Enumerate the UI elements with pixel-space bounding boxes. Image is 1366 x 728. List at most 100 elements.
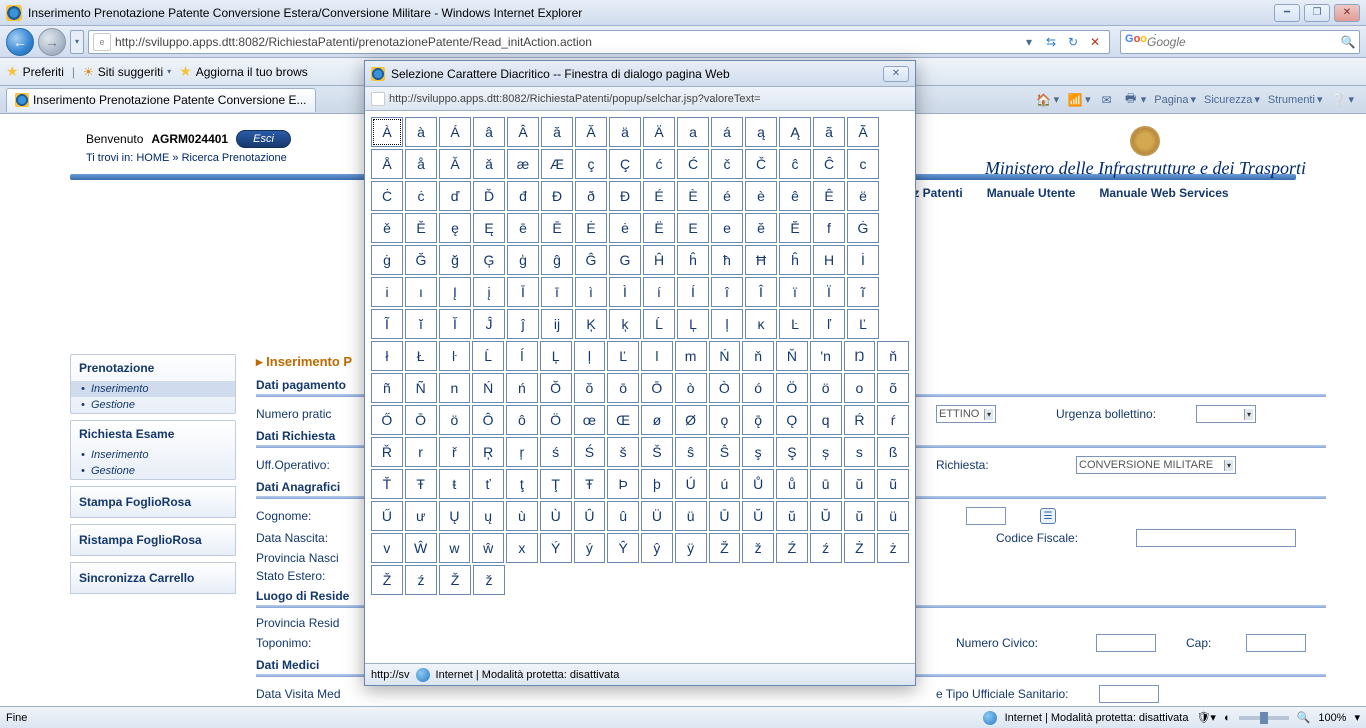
char-button[interactable]: î [711,277,743,307]
char-button[interactable]: Û [574,501,606,531]
char-button[interactable]: Ñ [405,373,437,403]
char-button[interactable]: Đ [541,181,573,211]
char-button[interactable]: É [643,181,675,211]
char-button[interactable]: ż [877,533,909,563]
input-tipo-ufficiale[interactable] [1099,685,1159,703]
char-button[interactable]: Á [439,117,471,147]
char-button[interactable]: Ŋ [844,341,876,371]
char-button[interactable]: ž [473,565,505,595]
char-button[interactable]: Ğ [405,245,437,275]
protected-mode-icon[interactable]: 🛡▾ [1196,711,1216,724]
char-button[interactable]: Ĵ [473,309,505,339]
char-button[interactable]: ä [609,117,641,147]
char-button[interactable]: ŗ [506,437,538,467]
char-button[interactable]: Ź [776,533,808,563]
char-button[interactable]: ž [742,533,774,563]
sidebar-item-gestione2[interactable]: Gestione [71,463,235,479]
char-button[interactable]: x [506,533,538,563]
char-button[interactable]: ǎ [473,149,505,179]
char-button[interactable]: œ [574,405,606,435]
char-button[interactable]: Ł [405,341,437,371]
select-richiesta[interactable]: CONVERSIONE MILITARE▾ [1076,456,1236,474]
char-button[interactable]: ł [371,341,403,371]
logout-button[interactable]: Esci [236,130,291,148]
char-button[interactable]: ô [506,405,538,435]
char-button[interactable]: â [473,117,505,147]
char-button[interactable]: ư [405,501,437,531]
char-button[interactable]: Ő [371,405,403,435]
char-button[interactable]: ó [742,373,774,403]
char-button[interactable]: Ǎ [439,149,471,179]
char-button[interactable]: Ê [813,181,845,211]
char-button[interactable]: Ś [574,437,606,467]
char-button[interactable]: ŭ [844,469,876,499]
char-button[interactable]: Ç [609,149,641,179]
char-button[interactable]: ď [439,181,471,211]
char-button[interactable]: ĺ [506,341,538,371]
char-button[interactable]: ħ [711,245,743,275]
char-button[interactable]: ň [742,341,774,371]
char-button[interactable]: ċ [405,181,437,211]
char-button[interactable]: ç [575,149,607,179]
security-menu[interactable]: Sicurezza ▾ [1204,93,1260,106]
char-button[interactable]: Ŵ [405,533,437,563]
char-button[interactable]: ö [810,373,842,403]
char-button[interactable]: l [641,341,673,371]
char-button[interactable]: ă [541,117,573,147]
char-button[interactable]: æ [507,149,539,179]
char-button[interactable]: ť [472,469,504,499]
char-button[interactable]: Į [439,277,471,307]
char-button[interactable]: Ù [540,501,572,531]
char-button[interactable]: Š [641,437,673,467]
mail-button[interactable]: ✉ [1099,92,1115,108]
char-button[interactable]: ß [877,437,909,467]
input-numero-civico[interactable] [1096,634,1156,652]
char-button[interactable]: Ť [371,469,403,499]
address-dropdown-icon[interactable]: ▾ [1021,34,1037,50]
char-button[interactable]: Ŷ [607,533,639,563]
select-ettino[interactable]: ETTINO▾ [936,405,996,423]
char-button[interactable]: ō [607,373,639,403]
char-button[interactable]: ò [675,373,707,403]
char-button[interactable]: ë [847,181,879,211]
char-button[interactable]: Í [677,277,709,307]
char-button[interactable]: Ò [709,373,741,403]
toplink-webservices[interactable]: Manuale Web Services [1099,186,1228,200]
char-button[interactable]: Þ [607,469,639,499]
sidebar-stampa[interactable]: Stampa FoglioRosa [70,486,236,518]
select-urgenza[interactable]: ▾ [1196,405,1256,423]
char-button[interactable]: ĭ [405,309,437,339]
char-button[interactable]: ĵ [507,309,539,339]
char-button[interactable]: ġ [371,245,403,275]
page-menu[interactable]: Pagina ▾ [1154,93,1196,106]
char-button[interactable]: ź [405,565,437,595]
char-button[interactable]: þ [641,469,673,499]
char-button[interactable]: Ċ [371,181,403,211]
char-button[interactable]: 'n [810,341,842,371]
char-button[interactable]: Ŀ [779,309,811,339]
char-button[interactable]: å [405,149,437,179]
char-button[interactable]: Ŝ [709,437,741,467]
char-button[interactable]: Î [745,277,777,307]
char-button[interactable]: ǫ [709,405,741,435]
char-button[interactable]: ě [371,213,403,243]
char-button[interactable]: ę [439,213,471,243]
sidebar-item-inserimento[interactable]: Inserimento [71,381,235,397]
search-input[interactable] [1147,35,1337,49]
char-button[interactable]: ľ [813,309,845,339]
help-button[interactable]: ❔▾ [1330,92,1354,108]
char-button[interactable]: Ħ [745,245,777,275]
char-button[interactable]: Ż [844,533,876,563]
char-button[interactable]: Ð [609,181,641,211]
char-button[interactable]: ė [609,213,641,243]
char-button[interactable]: Ė [575,213,607,243]
char-button[interactable]: è [745,181,777,211]
char-button[interactable]: Ô [472,405,504,435]
char-button[interactable]: Æ [541,149,573,179]
char-button[interactable]: č [711,149,743,179]
char-button[interactable]: ň [877,341,909,371]
input-cap[interactable] [1246,634,1306,652]
char-button[interactable]: Ă [575,117,607,147]
char-button[interactable]: Ŭ [810,501,842,531]
char-button[interactable]: ū [810,469,842,499]
